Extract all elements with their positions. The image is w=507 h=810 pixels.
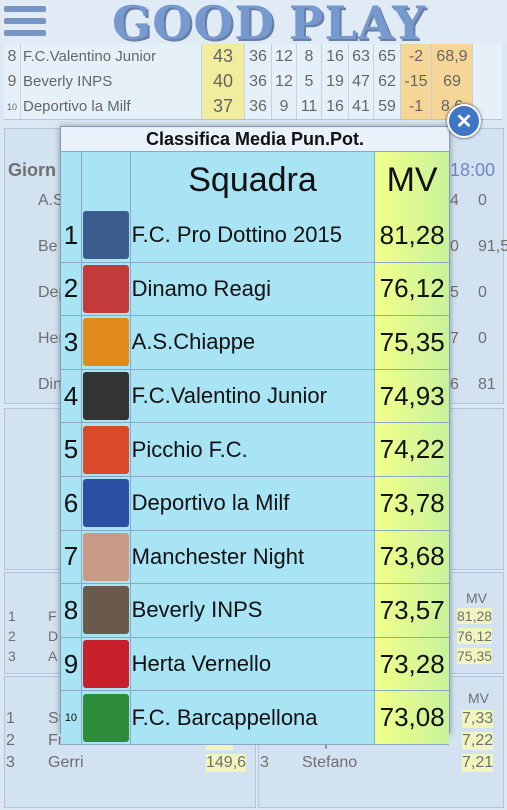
team-name: Dinamo Reagi	[131, 262, 376, 316]
team-logo-icon	[82, 640, 129, 689]
row-position: 2	[61, 262, 82, 316]
team-logo-icon	[82, 211, 129, 260]
team-logo-icon	[82, 532, 129, 581]
table-row[interactable]: 4 F.C.Valentino Junior 74,93	[61, 369, 449, 424]
team-logo-cell	[82, 209, 131, 262]
team-logo-icon	[82, 479, 129, 528]
team-logo-cell	[82, 691, 131, 744]
team-name: F.C. Barcappellona	[131, 691, 376, 744]
table-header: Squadra MV	[61, 151, 450, 210]
team-mv: 76,12	[375, 262, 449, 316]
row-position: 7	[61, 530, 82, 584]
team-name: A.S.Chiappe	[131, 316, 376, 369]
team-name: Deportivo la Milf	[131, 476, 376, 530]
team-mv: 73,78	[375, 476, 449, 530]
team-mv: 81,28	[375, 209, 449, 262]
team-name: Herta Vernello	[131, 637, 376, 691]
row-position: 3	[61, 316, 82, 369]
header-pos	[61, 152, 82, 209]
team-logo-cell	[82, 530, 131, 584]
table-row[interactable]: 9 Herta Vernello 73,28	[61, 637, 449, 692]
table-row[interactable]: 10 F.C. Barcappellona 73,08	[61, 691, 449, 745]
row-position: 9	[61, 637, 82, 691]
ranking-table: 1 F.C. Pro Dottino 2015 81,28 2 Dinamo Reagi…	[61, 209, 449, 745]
team-mv: 75,35	[375, 316, 449, 369]
team-logo-cell	[82, 423, 131, 476]
team-logo-icon	[82, 586, 129, 635]
team-name: F.C. Pro Dottino 2015	[131, 209, 376, 262]
header-mv: MV	[375, 152, 450, 209]
ranking-dialog: Classifica Media Pun.Pot. Squadra MV 1 F.…	[60, 126, 450, 745]
table-row[interactable]: 6 Deportivo la Milf 73,78	[61, 476, 449, 531]
row-position: 8	[61, 584, 82, 637]
row-position: 6	[61, 476, 82, 530]
team-mv: 74,93	[375, 369, 449, 423]
row-position: 4	[61, 369, 82, 423]
team-logo-icon	[82, 372, 129, 421]
team-name: F.C.Valentino Junior	[131, 369, 376, 423]
close-icon[interactable]: ✕	[447, 104, 481, 138]
table-row[interactable]: 8 Beverly INPS 73,57	[61, 584, 449, 638]
team-name: Beverly INPS	[131, 584, 376, 637]
table-row[interactable]: 5 Picchio F.C. 74,22	[61, 423, 449, 477]
team-logo-icon	[82, 425, 129, 474]
table-row[interactable]: 2 Dinamo Reagi 76,12	[61, 262, 449, 317]
header-logo	[81, 152, 131, 209]
team-logo-cell	[82, 262, 131, 316]
team-mv: 73,68	[375, 530, 449, 584]
team-logo-icon	[82, 318, 129, 367]
header-team: Squadra	[130, 152, 376, 209]
team-logo-icon	[82, 264, 129, 313]
team-logo-cell	[82, 476, 131, 530]
team-logo-icon	[82, 693, 129, 742]
team-name: Picchio F.C.	[131, 423, 376, 476]
row-position: 10	[61, 691, 82, 744]
team-logo-cell	[82, 316, 131, 369]
table-row[interactable]: 3 A.S.Chiappe 75,35	[61, 316, 449, 370]
team-mv: 74,22	[375, 423, 449, 476]
table-row[interactable]: 1 F.C. Pro Dottino 2015 81,28	[61, 209, 449, 263]
team-mv: 73,57	[375, 584, 449, 637]
row-position: 1	[61, 209, 82, 262]
team-name: Manchester Night	[131, 530, 376, 584]
team-logo-cell	[82, 637, 131, 691]
team-logo-cell	[82, 584, 131, 637]
dialog-title: Classifica Media Pun.Pot.	[145, 129, 365, 149]
row-position: 5	[61, 423, 82, 476]
team-mv: 73,08	[375, 691, 449, 744]
team-mv: 73,28	[375, 637, 449, 691]
table-row[interactable]: 7 Manchester Night 73,68	[61, 530, 449, 585]
team-logo-cell	[82, 369, 131, 423]
